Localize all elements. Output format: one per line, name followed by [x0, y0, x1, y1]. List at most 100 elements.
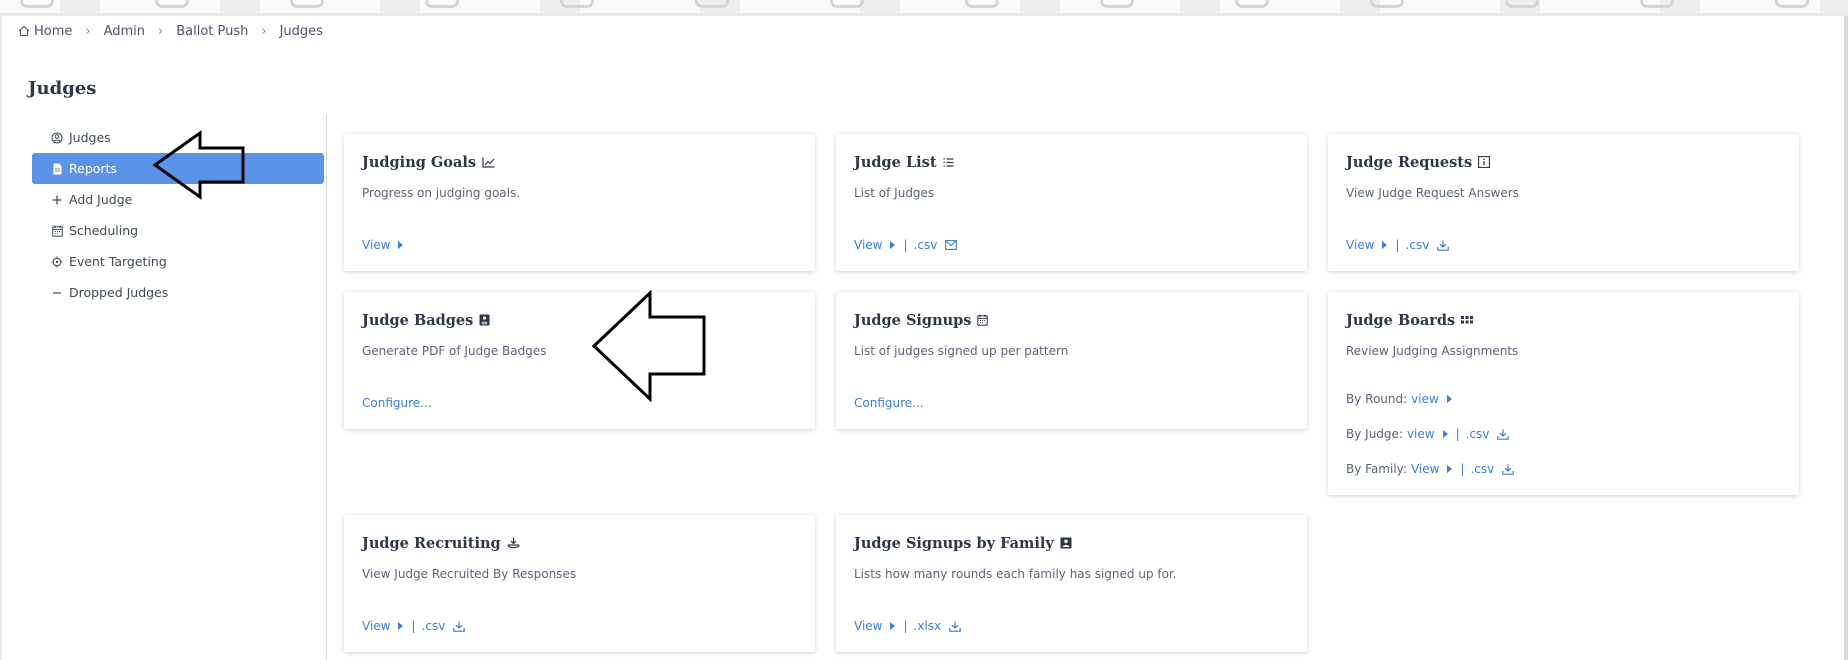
- card-description: Generate PDF of Judge Badges: [362, 344, 547, 358]
- page-edge: [1844, 16, 1848, 660]
- by-family-label: By Family:: [1346, 462, 1407, 476]
- caret-right-icon[interactable]: [1442, 430, 1448, 438]
- breadcrumb: Home › Admin › Ballot Push › Judges: [18, 22, 323, 40]
- card-judge-recruiting: Judge Recruiting View Judge Recruited By…: [344, 515, 815, 652]
- by-family-csv-link[interactable]: .csv: [1470, 462, 1494, 476]
- download-icon[interactable]: [949, 621, 961, 632]
- configure-link[interactable]: Configure...: [362, 396, 432, 410]
- card-actions: View: [362, 238, 405, 252]
- card-title: Judge Recruiting: [362, 533, 797, 553]
- email-icon[interactable]: [945, 240, 958, 250]
- card-judge-signups: Judge Signups List of judges signed up p…: [836, 292, 1307, 429]
- card-description: List of judges signed up per pattern: [854, 344, 1069, 358]
- user-circle-icon: [50, 132, 64, 144]
- caret-right-icon[interactable]: [890, 622, 896, 630]
- caret-right-icon[interactable]: [398, 622, 404, 630]
- download-icon[interactable]: [1437, 240, 1450, 251]
- view-link[interactable]: View: [362, 238, 390, 252]
- by-round-view-link[interactable]: view: [1411, 392, 1439, 406]
- xlsx-link[interactable]: .xlsx: [914, 619, 942, 633]
- caret-right-icon[interactable]: [1382, 241, 1388, 249]
- card-actions: View | .csv: [1346, 238, 1450, 252]
- caret-right-icon[interactable]: [1447, 465, 1453, 473]
- download-icon[interactable]: [1497, 429, 1510, 440]
- card-judge-signups-by-family: Judge Signups by Family Lists how many r…: [836, 515, 1307, 652]
- card-judge-list: Judge List List of Judges View | .csv: [836, 134, 1307, 271]
- card-title: Judge Signups by Family: [854, 533, 1289, 553]
- recruit-icon: [507, 537, 520, 550]
- card-actions: Configure...: [854, 396, 924, 410]
- view-link[interactable]: View: [854, 619, 882, 633]
- card-judge-boards: Judge Boards Review Judging Assignments …: [1328, 292, 1799, 495]
- caret-right-icon[interactable]: [398, 241, 404, 249]
- card-actions: View | .csv: [362, 619, 466, 633]
- download-icon[interactable]: [1502, 464, 1515, 475]
- view-link[interactable]: View: [1346, 238, 1374, 252]
- card-title: Judge List: [854, 152, 1289, 172]
- download-icon[interactable]: [453, 621, 466, 632]
- separator: |: [903, 619, 908, 633]
- card-title: Judge Boards: [1346, 310, 1781, 330]
- page-edge-left: [0, 16, 2, 660]
- calendar-icon: [50, 225, 64, 237]
- list-icon: [943, 157, 954, 167]
- card-title: Judge Signups: [854, 310, 1289, 330]
- card-actions: View | .xlsx: [854, 619, 961, 633]
- card-description: List of Judges: [854, 186, 935, 200]
- home-icon: [18, 25, 30, 37]
- by-judge-view-link[interactable]: view: [1407, 427, 1435, 441]
- sidebar-item-label: Event Targeting: [69, 254, 167, 269]
- by-judge-label: By Judge:: [1346, 427, 1403, 441]
- separator: |: [1455, 427, 1460, 441]
- sidebar-item-dropped-judges[interactable]: Dropped Judges: [32, 277, 324, 308]
- breadcrumb-judges[interactable]: Judges: [280, 24, 323, 39]
- card-description: Review Judging Assignments: [1346, 344, 1519, 358]
- annotation-arrow-left-icon: [152, 130, 245, 200]
- csv-link[interactable]: .csv: [914, 238, 938, 252]
- annotation-arrow-left-icon: [591, 290, 706, 402]
- minus-icon: [50, 288, 64, 298]
- sidebar-item-label: Scheduling: [69, 223, 139, 238]
- by-round-label: By Round:: [1346, 392, 1408, 406]
- chevron-right-icon: ›: [85, 23, 91, 39]
- view-link[interactable]: View: [854, 238, 882, 252]
- target-icon: [50, 256, 64, 268]
- breadcrumb-ballot-push[interactable]: Ballot Push: [176, 24, 248, 39]
- calendar-icon: [977, 314, 989, 326]
- card-title: Judge Requests: [1346, 152, 1781, 172]
- plus-icon: [50, 195, 64, 205]
- sidebar-divider: [326, 115, 327, 660]
- separator: |: [1395, 238, 1400, 252]
- configure-link[interactable]: Configure...: [854, 396, 924, 410]
- card-judge-badges: Judge Badges Generate PDF of Judge Badge…: [344, 292, 815, 429]
- sidebar-item-label: Add Judge: [69, 192, 133, 207]
- sidebar-item-label: Reports: [69, 161, 117, 176]
- card-description: View Judge Request Answers: [1346, 186, 1519, 200]
- sidebar-item-scheduling[interactable]: Scheduling: [32, 215, 324, 246]
- csv-link[interactable]: .csv: [422, 619, 446, 633]
- sidebar-item-label: Dropped Judges: [69, 285, 169, 300]
- document-icon: [50, 163, 64, 175]
- sidebar-item-event-targeting[interactable]: Event Targeting: [32, 246, 324, 277]
- caret-right-icon[interactable]: [890, 241, 896, 249]
- caret-right-icon[interactable]: [1446, 395, 1452, 403]
- chevron-right-icon: ›: [158, 23, 164, 39]
- breadcrumb-home[interactable]: Home: [18, 24, 72, 39]
- separator: |: [411, 619, 416, 633]
- card-actions: View | .csv: [854, 238, 958, 252]
- chart-line-icon: [482, 157, 495, 168]
- top-watermark-strip: [0, 0, 1848, 16]
- separator: |: [903, 238, 908, 252]
- card-title: Judging Goals: [362, 152, 797, 172]
- by-family-view-link[interactable]: View: [1411, 462, 1439, 476]
- card-title: Judge Badges: [362, 310, 797, 330]
- view-link[interactable]: View: [362, 619, 390, 633]
- csv-link[interactable]: .csv: [1406, 238, 1430, 252]
- breadcrumb-label: Home: [34, 23, 73, 39]
- breadcrumb-admin[interactable]: Admin: [104, 24, 145, 39]
- by-judge-csv-link[interactable]: .csv: [1466, 427, 1490, 441]
- card-description: View Judge Recruited By Responses: [362, 567, 577, 581]
- info-box-icon: [1478, 156, 1491, 168]
- by-judge-row: By Judge: view | .csv: [1346, 427, 1510, 441]
- page-title: Judges: [28, 78, 97, 99]
